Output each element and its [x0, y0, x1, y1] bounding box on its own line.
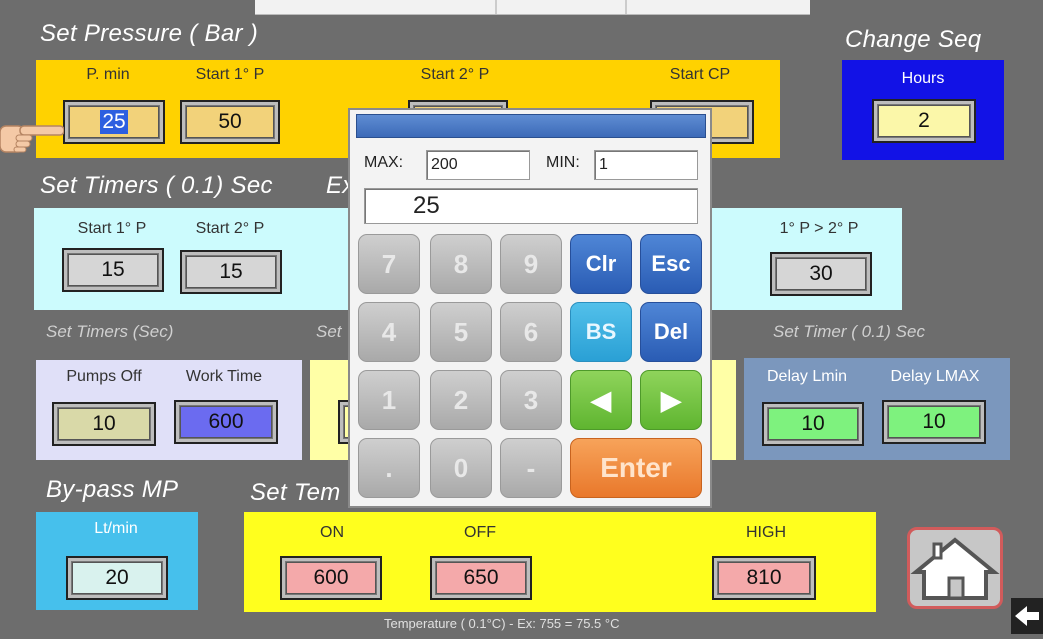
hours-label: Hours [901, 70, 945, 87]
clear-button[interactable]: Clr [570, 234, 632, 294]
cursor-right-button[interactable]: ▶ [640, 370, 702, 430]
cursor-left-button[interactable]: ◀ [570, 370, 632, 430]
temp-on-value: 600 [286, 562, 376, 594]
work-time-label: Work Time [185, 368, 263, 385]
delete-button[interactable]: Del [640, 302, 702, 362]
timer-start-2p-value: 15 [186, 256, 276, 288]
temperature-note: Temperature ( 0.1°C) - Ex: 755 = 75.5 °C [384, 616, 620, 631]
set-timers-sec-2-title: Set [316, 322, 342, 341]
set-pressure-title: Set Pressure ( Bar ) [40, 20, 259, 47]
p1-to-p2-label: 1° P > 2° P [779, 220, 859, 237]
enter-button[interactable]: Enter [570, 438, 702, 498]
key-minus[interactable]: - [500, 438, 562, 498]
key-7[interactable]: 7 [358, 234, 420, 294]
set-timers-01-title: Set Timers ( 0.1) Sec [40, 172, 273, 199]
p1-to-p2-value: 30 [776, 258, 866, 290]
top-strip-divider [625, 0, 627, 14]
timer-start-1p-label: Start 1° P [77, 220, 147, 237]
top-strip [255, 0, 810, 15]
key-2[interactable]: 2 [430, 370, 492, 430]
temp-off-value: 650 [436, 562, 526, 594]
p-min-value-box: 25 [69, 106, 159, 138]
start-1p-field[interactable]: 50 [180, 100, 280, 144]
key-0[interactable]: 0 [430, 438, 492, 498]
p1-to-p2-field[interactable]: 30 [770, 252, 872, 296]
delay-lmin-field[interactable]: 10 [762, 402, 864, 446]
keypad-max-value: 200 [426, 150, 530, 180]
work-time-value: 600 [180, 406, 272, 438]
hours-field[interactable]: 2 [872, 99, 976, 143]
timer-start-1p-value: 15 [68, 254, 158, 286]
key-4[interactable]: 4 [358, 302, 420, 362]
key-9[interactable]: 9 [500, 234, 562, 294]
key-dot[interactable]: . [358, 438, 420, 498]
lt-min-field[interactable]: 20 [66, 556, 168, 600]
keypad-entry-display[interactable]: 25 [364, 188, 698, 224]
delay-lmin-value: 10 [768, 408, 858, 440]
key-3[interactable]: 3 [500, 370, 562, 430]
temp-on-label: ON [320, 524, 344, 541]
temp-high-value: 810 [718, 562, 810, 594]
pumps-off-value: 10 [58, 408, 150, 440]
start-2p-label: Start 2° P [420, 66, 490, 83]
delay-lmax-field[interactable]: 10 [882, 400, 986, 444]
home-icon [910, 537, 1000, 600]
escape-button[interactable]: Esc [640, 234, 702, 294]
pointing-hand-icon [0, 120, 65, 156]
pumps-off-field[interactable]: 10 [52, 402, 156, 446]
keypad-title-bar[interactable] [356, 114, 706, 138]
key-5[interactable]: 5 [430, 302, 492, 362]
start-1p-label: Start 1° P [195, 66, 265, 83]
temp-off-field[interactable]: 650 [430, 556, 532, 600]
delay-lmax-value: 10 [888, 406, 980, 438]
pumps-off-label: Pumps Off [66, 368, 142, 385]
p-min-field[interactable]: 25 [63, 100, 165, 144]
temp-high-label: HIGH [746, 524, 786, 541]
p-min-value: 25 [100, 110, 128, 134]
lt-min-label: Lt/min [94, 520, 138, 537]
keypad-max-label: MAX: [364, 154, 404, 171]
keypad-min-label: MIN: [546, 154, 580, 171]
top-strip-divider [495, 0, 497, 14]
work-time-field[interactable]: 600 [174, 400, 278, 444]
set-timer-01-sec-title: Set Timer ( 0.1) Sec [773, 322, 925, 341]
key-8[interactable]: 8 [430, 234, 492, 294]
set-temp-title: Set Tem [250, 479, 341, 506]
timer-start-1p-field[interactable]: 15 [62, 248, 164, 292]
arrow-left-icon: ◀ [591, 384, 611, 415]
p-min-label: P. min [86, 66, 130, 83]
home-button[interactable] [907, 527, 1003, 609]
temp-on-field[interactable]: 600 [280, 556, 382, 600]
back-button[interactable] [1011, 598, 1043, 634]
timer-start-2p-label: Start 2° P [195, 220, 265, 237]
hours-value: 2 [878, 105, 970, 137]
delay-lmax-label: Delay LMAX [890, 368, 980, 385]
backspace-button[interactable]: BS [570, 302, 632, 362]
change-seq-title: Change Seq [845, 26, 982, 53]
timer-start-2p-field[interactable]: 15 [180, 250, 282, 294]
lt-min-value: 20 [72, 562, 162, 594]
temp-off-label: OFF [464, 524, 496, 541]
keypad-min-value: 1 [594, 150, 698, 180]
arrow-right-icon: ▶ [661, 384, 681, 415]
delay-lmin-label: Delay Lmin [766, 368, 848, 385]
numeric-keypad: MAX: 200 MIN: 1 25 7 8 9 Clr Esc 4 5 6 B… [348, 108, 712, 508]
key-1[interactable]: 1 [358, 370, 420, 430]
key-6[interactable]: 6 [500, 302, 562, 362]
set-timers-sec-title: Set Timers (Sec) [46, 322, 174, 341]
start-cp-label: Start CP [669, 66, 731, 83]
start-1p-value: 50 [186, 106, 274, 138]
temp-high-field[interactable]: 810 [712, 556, 816, 600]
bypass-mp-title: By-pass MP [46, 476, 179, 503]
back-arrow-icon [1015, 606, 1039, 626]
